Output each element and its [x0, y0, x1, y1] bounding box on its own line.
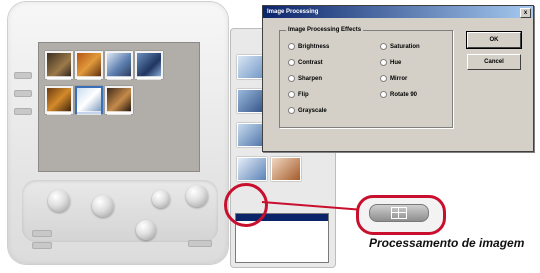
- round-button[interactable]: [152, 190, 170, 208]
- dialog-title: Image Processing: [267, 9, 319, 15]
- radio-circle-icon[interactable]: [380, 75, 387, 82]
- mode-key[interactable]: [32, 242, 52, 249]
- side-key[interactable]: [14, 90, 32, 97]
- dialog-titlebar[interactable]: Image Processing x: [263, 6, 533, 18]
- highlight-circle: [224, 183, 268, 227]
- round-button[interactable]: [92, 195, 114, 217]
- radio-label: Saturation: [390, 43, 420, 50]
- radio-contrast[interactable]: Contrast: [288, 59, 323, 66]
- radio-sharpen[interactable]: Sharpen: [288, 75, 322, 82]
- radio-grayscale[interactable]: Grayscale: [288, 107, 327, 114]
- photo-thumbnail-selected[interactable]: [75, 86, 103, 115]
- radio-circle-icon[interactable]: [380, 43, 387, 50]
- radio-circle-icon[interactable]: [288, 75, 295, 82]
- radio-label: Grayscale: [298, 107, 327, 114]
- round-button[interactable]: [48, 190, 70, 212]
- grid-icon: [391, 207, 407, 219]
- radio-circle-icon[interactable]: [288, 43, 295, 50]
- radio-label: Brightness: [298, 43, 330, 50]
- radio-label: Mirror: [390, 75, 408, 82]
- mode-key[interactable]: [188, 240, 212, 247]
- radio-brightness[interactable]: Brightness: [288, 43, 329, 50]
- photo-thumbnail[interactable]: [45, 86, 73, 115]
- radio-circle-icon[interactable]: [380, 59, 387, 66]
- thumbnail-screen: [38, 42, 200, 172]
- effects-group: Image Processing Effects Brightness Cont…: [279, 27, 453, 128]
- effects-group-label: Image Processing Effects: [286, 27, 364, 33]
- radio-circle-icon[interactable]: [288, 91, 295, 98]
- radio-hue[interactable]: Hue: [380, 59, 401, 66]
- image-processing-button[interactable]: [369, 204, 429, 222]
- radio-flip[interactable]: Flip: [288, 91, 309, 98]
- radio-saturation[interactable]: Saturation: [380, 43, 420, 50]
- radio-label: Hue: [390, 59, 402, 66]
- ok-button[interactable]: OK: [466, 31, 522, 49]
- cancel-button[interactable]: Cancel: [467, 54, 521, 70]
- close-icon: x: [523, 10, 528, 16]
- photo-thumbnail[interactable]: [135, 51, 163, 80]
- panel-thumbnail[interactable]: [271, 157, 301, 181]
- photo-thumbnail[interactable]: [45, 51, 73, 80]
- side-key[interactable]: [14, 72, 32, 79]
- camera-viewer-device: [8, 2, 228, 264]
- radio-circle-icon[interactable]: [380, 91, 387, 98]
- round-button[interactable]: [186, 185, 208, 207]
- mode-key[interactable]: [32, 230, 52, 237]
- callout-caption: Processamento de imagem: [369, 236, 525, 250]
- radio-circle-icon[interactable]: [288, 107, 295, 114]
- close-button[interactable]: x: [520, 8, 531, 18]
- photo-thumbnail[interactable]: [105, 51, 133, 80]
- radio-label: Sharpen: [298, 75, 323, 82]
- image-processing-button-zoom: [356, 195, 446, 235]
- radio-mirror[interactable]: Mirror: [380, 75, 407, 82]
- side-key[interactable]: [14, 108, 32, 115]
- photo-thumbnail[interactable]: [105, 86, 133, 115]
- radio-label: Rotate 90: [390, 91, 418, 98]
- round-button[interactable]: [136, 220, 156, 240]
- radio-label: Contrast: [298, 59, 323, 66]
- radio-circle-icon[interactable]: [288, 59, 295, 66]
- image-processing-dialog: Image Processing x Image Processing Effe…: [262, 5, 534, 152]
- radio-label: Flip: [298, 91, 309, 98]
- panel-thumbnail[interactable]: [237, 157, 267, 181]
- photo-thumbnail[interactable]: [75, 51, 103, 80]
- radio-rotate-90[interactable]: Rotate 90: [380, 91, 417, 98]
